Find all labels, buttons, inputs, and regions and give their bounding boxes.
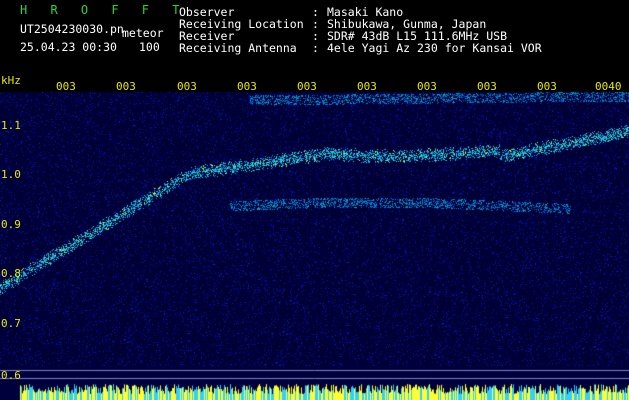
x-tick-label: 003 [477,80,497,93]
header-panel: H R O F F T UT2504230030.pn meteor 25.04… [0,0,629,78]
y-tick-label: 1.0 [1,168,21,181]
y-tick-label: 1.1 [1,119,21,132]
y-tick-label: 0.9 [1,218,21,231]
x-tick-label: 003 [357,80,377,93]
x-tick-label: 003 [417,80,437,93]
antenna-value: 4ele Yagi Az 230 for Kansai VOR [327,41,542,55]
x-tick-label: 0040 [595,80,622,93]
y-unit-label: kHz [1,74,21,87]
y-tick-label: 0.8 [1,267,21,280]
y-tick-label: 0.6 [1,369,21,382]
x-tick-label: 003 [116,80,136,93]
filename: UT2504230030.pn [20,22,124,36]
x-tick-label: 003 [297,80,317,93]
spectrogram-canvas [0,78,629,400]
antenna-sep: : [312,41,319,55]
app-name: H R O F F T [20,3,188,17]
datetime: 25.04.23 00:30 [20,40,117,54]
x-tick-label: 003 [537,80,557,93]
x-tick-label: 003 [177,80,197,93]
mode-label: meteor [122,26,164,40]
antenna-label: Receiving Antenna [179,41,297,55]
level-value: 100 [139,40,160,54]
y-tick-label: 0.7 [1,317,21,330]
x-tick-label: 003 [237,80,257,93]
x-tick-label: 003 [56,80,76,93]
